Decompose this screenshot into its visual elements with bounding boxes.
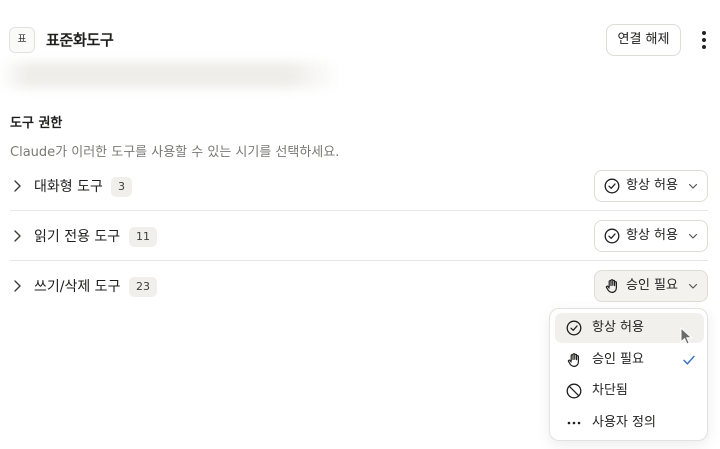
- chevron-down-icon: [688, 283, 698, 289]
- check-circle-icon: [604, 228, 620, 244]
- menu-item-custom[interactable]: 사용자 정의: [555, 408, 704, 438]
- menu-item-label: 차단됨: [592, 383, 628, 398]
- hand-icon: [605, 279, 617, 293]
- mouse-cursor-icon: [680, 327, 693, 345]
- permission-select[interactable]: 항상 허용: [594, 170, 708, 202]
- disconnect-button[interactable]: 연결 해제: [606, 24, 681, 56]
- tool-group-label: 읽기 전용 도구: [34, 229, 121, 245]
- chevron-right-icon: [14, 230, 21, 242]
- tool-group-label: 쓰기/삭제 도구: [34, 279, 121, 295]
- section-title: 도구 권한: [10, 116, 63, 131]
- blurred-content: [0, 62, 340, 88]
- page-title: 표준화도구: [46, 31, 114, 49]
- tool-count-badge: 11: [129, 227, 157, 247]
- blocked-icon: [566, 383, 582, 399]
- menu-item-approval-required[interactable]: 승인 필요: [555, 345, 704, 375]
- permission-select-label: 승인 필요: [626, 278, 678, 293]
- tool-group-row[interactable]: 쓰기/삭제 도구 23 승인 필요: [10, 261, 708, 311]
- permission-select-label: 항상 허용: [626, 178, 678, 193]
- menu-item-blocked[interactable]: 차단됨: [555, 376, 704, 406]
- ellipsis-icon: [567, 421, 581, 425]
- hand-icon: [567, 353, 579, 367]
- permission-select-label: 항상 허용: [626, 228, 678, 243]
- section-description: Claude가 이러한 도구를 사용할 수 있는 시기를 선택하세요.: [10, 145, 340, 160]
- tool-count-badge: 23: [129, 277, 157, 297]
- chevron-right-icon: [14, 180, 21, 192]
- tool-group-row[interactable]: 읽기 전용 도구 11 항상 허용: [10, 211, 708, 261]
- chevron-right-icon: [14, 280, 21, 292]
- more-options-icon[interactable]: [694, 26, 714, 54]
- chevron-down-icon: [688, 183, 698, 189]
- chevron-down-icon: [688, 233, 698, 239]
- permission-select[interactable]: 승인 필요: [594, 270, 708, 302]
- app-icon: 표: [9, 27, 35, 53]
- page: 표 표준화도구 연결 해제 도구 권한 Claude가 이러한 도구를 사용할 …: [0, 0, 720, 449]
- permission-select[interactable]: 항상 허용: [594, 220, 708, 252]
- check-circle-icon: [566, 320, 582, 336]
- selected-check-icon: [683, 355, 695, 365]
- menu-item-label: 항상 허용: [592, 320, 644, 335]
- tool-count-badge: 3: [111, 177, 132, 197]
- check-circle-icon: [604, 178, 620, 194]
- menu-item-label: 사용자 정의: [592, 415, 656, 430]
- tool-group-label: 대화형 도구: [34, 179, 103, 195]
- menu-item-label: 승인 필요: [592, 352, 644, 367]
- tool-group-row[interactable]: 대화형 도구 3 항상 허용: [10, 161, 708, 211]
